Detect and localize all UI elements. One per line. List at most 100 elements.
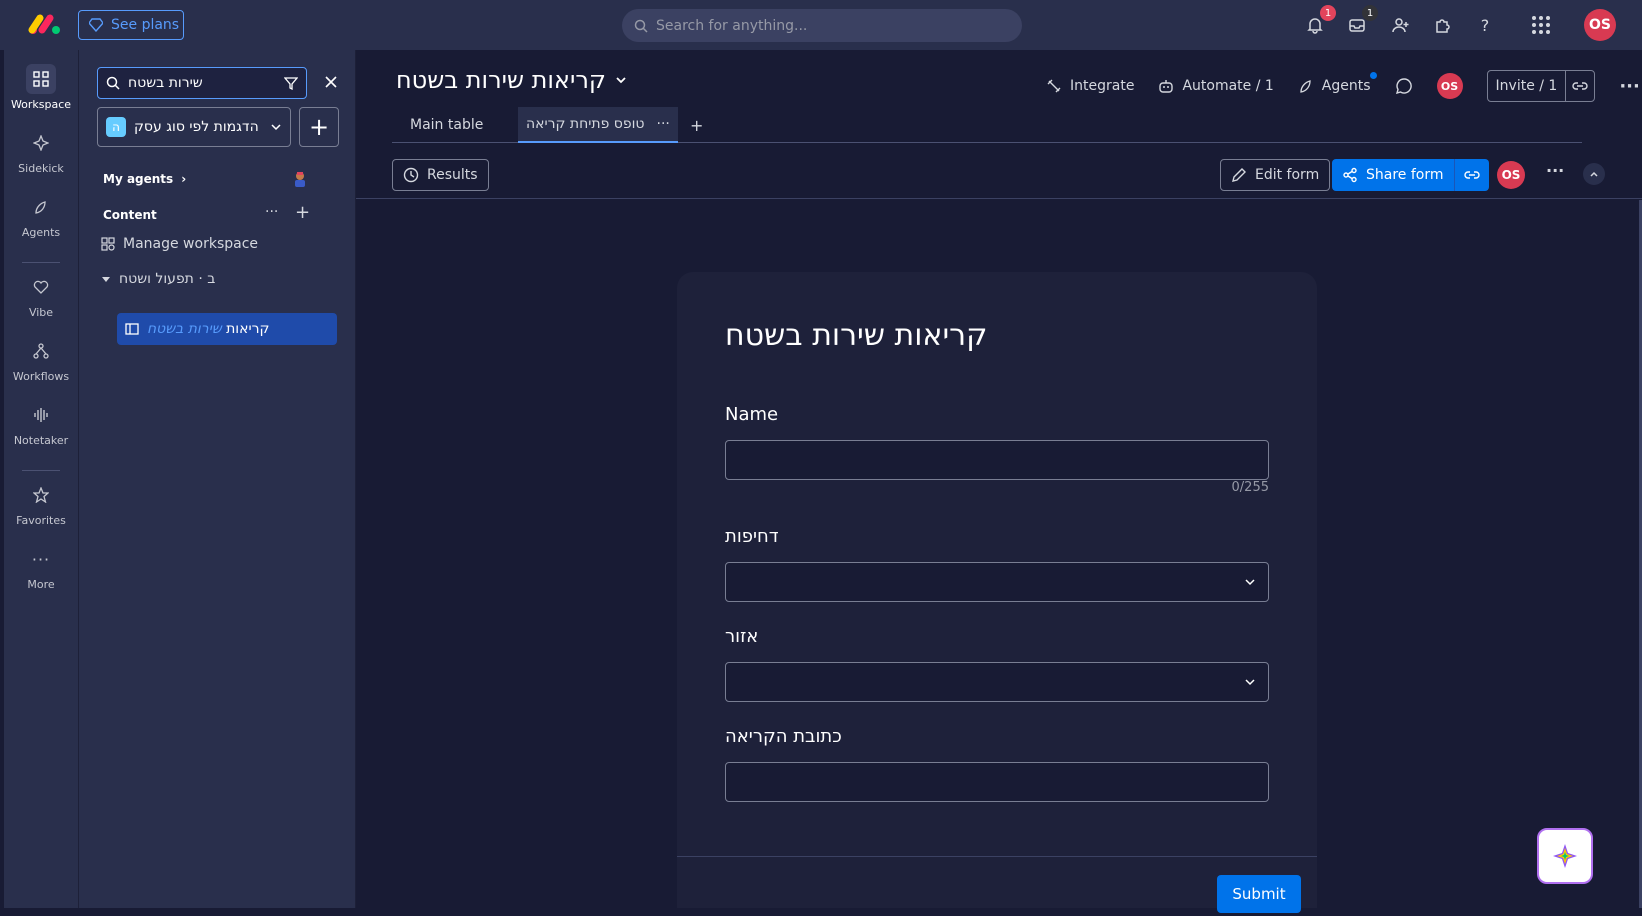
agents-label: Agents xyxy=(1321,78,1371,94)
add-content-icon[interactable]: + xyxy=(295,202,310,223)
form-footer: Submit xyxy=(677,856,1317,913)
pencil-icon xyxy=(1232,168,1246,182)
chevron-down-icon xyxy=(616,77,626,84)
content-options-icon[interactable]: ··· xyxy=(265,204,278,220)
filter-icon[interactable] xyxy=(284,76,298,90)
share-form-label: Share form xyxy=(1366,167,1444,183)
invite-label: Invite / 1 xyxy=(1488,71,1567,101)
workspace-avatar: ה xyxy=(106,117,126,137)
tab-label: Main table xyxy=(410,117,484,133)
rail-more[interactable]: ··· More xyxy=(4,544,78,592)
add-view-button[interactable]: + xyxy=(682,107,711,143)
submit-button[interactable]: Submit xyxy=(1217,875,1301,913)
add-workspace-item-button[interactable]: + xyxy=(299,107,339,147)
bell-icon xyxy=(1307,18,1323,34)
area-select[interactable] xyxy=(725,662,1269,702)
inbox-button[interactable]: 1 xyxy=(1342,5,1378,40)
rail-label: Vibe xyxy=(28,306,54,319)
agents-dot-badge xyxy=(1369,72,1377,79)
chevron-up-icon xyxy=(1590,171,1598,177)
caret-down-icon xyxy=(102,277,110,282)
results-button[interactable]: Results xyxy=(392,159,489,191)
search-input[interactable]: Search for anything... xyxy=(622,9,1022,42)
form-toolbar: Results Edit form Share form OS ··· xyxy=(356,143,1642,199)
agent-avatar-icon[interactable] xyxy=(291,170,309,188)
rail-divider xyxy=(22,470,60,471)
automate-button[interactable]: Automate / 1 xyxy=(1158,78,1274,94)
diamond-icon xyxy=(89,18,103,32)
board-menu-icon[interactable]: ··· xyxy=(1619,76,1640,97)
form-menu-icon[interactable]: ··· xyxy=(1546,161,1564,180)
rail-notetaker[interactable]: Notetaker xyxy=(4,400,78,447)
tab-main-table[interactable]: Main table xyxy=(402,107,491,143)
sidebar-board-item[interactable]: קריאות שירות בשטח xyxy=(117,313,337,345)
board-owner-avatar[interactable]: OS xyxy=(1436,73,1463,99)
chat-icon xyxy=(1395,78,1412,95)
star-icon xyxy=(33,487,49,503)
rail-sidekick[interactable]: Sidekick xyxy=(4,128,78,175)
tab-options-icon[interactable]: ··· xyxy=(657,116,670,132)
manage-workspace-link[interactable]: Manage workspace xyxy=(101,236,258,252)
rail-label: Workspace xyxy=(10,98,72,111)
rail-vibe[interactable]: Vibe xyxy=(4,272,78,319)
ai-assistant-button[interactable] xyxy=(1537,828,1593,884)
board-item-highlight: שירות בשטח xyxy=(147,321,222,337)
my-agents-link[interactable]: My agents › xyxy=(103,172,186,186)
rail-favorites[interactable]: Favorites xyxy=(4,480,78,527)
workspace-selector[interactable]: ה הדגמות לפי סוג עסק xyxy=(97,107,291,147)
main-content: קריאות שירות בשטח Integrate Automate / 1… xyxy=(356,50,1642,913)
form-owner-avatar[interactable]: OS xyxy=(1497,161,1525,189)
user-avatar[interactable]: OS xyxy=(1584,9,1616,41)
add-user-icon xyxy=(1392,18,1409,33)
top-bar: See plans Search for anything... 1 1 ? O… xyxy=(0,0,1642,50)
tab-form[interactable]: טופס פתיחת קריאה ··· xyxy=(518,107,678,143)
rail-agents[interactable]: Agents xyxy=(4,192,78,239)
rail-label: More xyxy=(27,578,55,591)
rail-label: Agents xyxy=(21,226,61,239)
manage-workspace-icon xyxy=(101,237,115,251)
edit-form-button[interactable]: Edit form xyxy=(1220,159,1331,191)
rail-workspace[interactable]: Workspace xyxy=(4,64,78,111)
my-agents-label: My agents xyxy=(103,172,174,186)
apps-grid-button[interactable] xyxy=(1526,10,1556,40)
automate-label: Automate / 1 xyxy=(1182,78,1274,94)
workspace-name: הדגמות לפי סוג עסק xyxy=(134,119,259,135)
chevron-down-icon xyxy=(1245,579,1255,586)
sidekick-icon xyxy=(33,135,49,151)
updates-button[interactable] xyxy=(1395,77,1413,95)
name-input[interactable] xyxy=(725,440,1269,480)
see-plans-button[interactable]: See plans xyxy=(78,10,184,40)
share-form-main[interactable]: Share form xyxy=(1332,159,1455,191)
share-form-button[interactable]: Share form xyxy=(1332,159,1489,191)
search-icon xyxy=(634,19,648,33)
sidebar-search-input[interactable]: שירות בשטח xyxy=(97,67,307,99)
char-counter: 0/255 xyxy=(1231,480,1269,495)
urgency-select[interactable] xyxy=(725,562,1269,602)
help-icon: ? xyxy=(1480,15,1490,35)
collapse-header-button[interactable] xyxy=(1583,163,1605,185)
rail-workflows[interactable]: Workflows xyxy=(4,336,78,383)
apps-marketplace-button[interactable] xyxy=(1428,10,1458,40)
robot-icon xyxy=(1159,80,1174,93)
close-search-button[interactable] xyxy=(319,70,343,94)
invite-button[interactable]: Invite / 1 xyxy=(1486,70,1596,102)
form-preview-card: קריאות שירות בשטח Name 0/255 דחיפות אזור… xyxy=(677,272,1317,913)
inbox-badge: 1 xyxy=(1362,5,1378,21)
notifications-button[interactable]: 1 xyxy=(1300,5,1336,40)
folder-item[interactable]: ב · תפעול ושטח xyxy=(101,271,215,287)
heart-icon xyxy=(33,280,49,294)
edit-form-label: Edit form xyxy=(1255,167,1320,183)
monday-logo[interactable] xyxy=(28,14,60,36)
help-button[interactable]: ? xyxy=(1470,10,1500,40)
workflows-icon xyxy=(33,343,49,359)
integrate-button[interactable]: Integrate xyxy=(1046,78,1134,94)
copy-form-link-icon[interactable] xyxy=(1455,159,1489,191)
agents-button[interactable]: Agents xyxy=(1298,72,1377,94)
grid-icon xyxy=(1532,16,1550,34)
copy-link-icon[interactable] xyxy=(1566,71,1594,101)
address-input[interactable] xyxy=(725,762,1269,802)
results-label: Results xyxy=(427,167,478,183)
invite-members-button[interactable] xyxy=(1386,10,1416,40)
board-title[interactable]: קריאות שירות בשטח xyxy=(396,66,628,94)
tab-label: טופס פתיחת קריאה xyxy=(526,116,645,132)
